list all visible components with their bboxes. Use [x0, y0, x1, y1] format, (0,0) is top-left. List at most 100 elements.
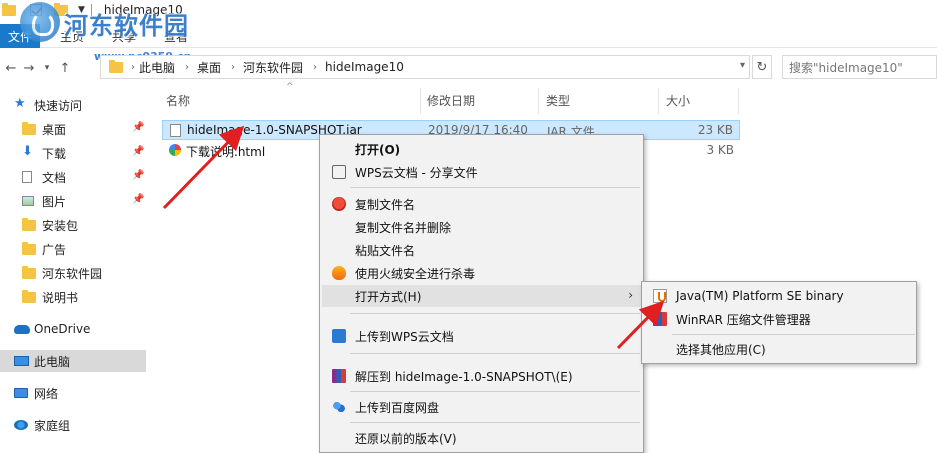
chevron-right-icon[interactable]: › — [131, 62, 135, 73]
nav-item-desktop[interactable]: 桌面 📌 — [0, 118, 146, 140]
share-icon — [332, 165, 346, 179]
refresh-button[interactable]: ↻ — [752, 55, 772, 79]
pin-icon[interactable]: 📌 — [132, 170, 144, 181]
folder-icon — [2, 2, 16, 16]
menu-label: 打开方式(H) — [355, 289, 422, 304]
document-icon — [22, 171, 32, 183]
up-button[interactable]: ↑ — [56, 58, 74, 78]
nav-quick-access[interactable]: ★ 快速访问 — [0, 94, 146, 116]
address-box[interactable]: › 此电脑 › 桌面 › 河东软件园 › hideImage10 ▾ — [100, 55, 750, 79]
nav-label: 说明书 — [42, 290, 79, 305]
column-divider[interactable] — [420, 88, 421, 114]
sort-ascending-icon: ^ — [286, 82, 294, 92]
menu-item-restore-versions[interactable]: 还原以前的版本(V) — [322, 427, 641, 449]
column-header-name[interactable]: 名称 — [166, 92, 190, 109]
nav-item-installers[interactable]: 安装包 — [0, 214, 146, 236]
column-divider[interactable] — [538, 88, 539, 114]
menu-label: 还原以前的版本(V) — [355, 431, 457, 446]
submenu-item-choose-other[interactable]: 选择其他应用(C) — [644, 338, 916, 360]
column-header-type[interactable]: 类型 — [546, 92, 570, 109]
folder-icon — [22, 242, 36, 255]
column-header-date[interactable]: 修改日期 — [427, 92, 475, 109]
copy-name-icon — [332, 197, 346, 211]
nav-homegroup[interactable]: 家庭组 — [0, 414, 146, 436]
forward-button[interactable]: → — [20, 58, 38, 78]
pin-icon[interactable]: 📌 — [132, 194, 144, 205]
star-icon: ★ — [14, 96, 26, 111]
menu-label: 使用火绒安全进行杀毒 — [355, 266, 476, 281]
file-size: 23 KB — [697, 123, 733, 137]
menu-label: WinRAR 压缩文件管理器 — [676, 312, 811, 327]
picture-icon — [22, 196, 34, 206]
search-input[interactable]: 搜索"hideImage10" — [782, 55, 937, 79]
chevron-down-icon[interactable]: ▾ — [740, 60, 745, 71]
menu-label: 粘贴文件名 — [355, 243, 416, 258]
menu-label: 上传到百度网盘 — [355, 400, 440, 415]
menu-label: Java(TM) Platform SE binary — [676, 289, 844, 303]
context-menu: 打开(O) WPS云文档 - 分享文件 复制文件名 复制文件名并删除 粘贴文件名… — [319, 134, 644, 453]
nav-label: 安装包 — [42, 218, 79, 233]
nav-item-pictures[interactable]: 图片 📌 — [0, 190, 146, 212]
nav-label: 桌面 — [42, 122, 67, 137]
breadcrumb-hideimage10[interactable]: hideImage10 — [325, 60, 404, 74]
menu-item-extract-to[interactable]: 解压到 hideImage-1.0-SNAPSHOT\(E) — [322, 365, 641, 387]
nav-onedrive[interactable]: OneDrive — [0, 318, 146, 340]
breadcrumb-hedong[interactable]: 河东软件园 — [243, 59, 303, 76]
chevron-right-icon: › — [628, 288, 633, 302]
menu-item-upload-baidu[interactable]: 上传到百度网盘 — [322, 396, 641, 418]
pin-icon[interactable]: 📌 — [132, 146, 144, 157]
menu-item-copy-name-delete[interactable]: 复制文件名并删除 — [322, 216, 641, 238]
nav-label: 河东软件园 — [42, 266, 103, 281]
folder-icon — [22, 266, 36, 279]
menu-item-copy-name[interactable]: 复制文件名 — [322, 193, 641, 215]
menu-separator — [350, 313, 640, 314]
watermark-logo-icon — [20, 2, 60, 42]
nav-label: OneDrive — [34, 322, 91, 336]
column-divider[interactable] — [738, 88, 739, 114]
menu-label: 打开(O) — [355, 142, 401, 157]
menu-item-antivirus-scan[interactable]: 使用火绒安全进行杀毒 — [322, 262, 641, 284]
nav-item-hedong[interactable]: 河东软件园 — [0, 262, 146, 284]
menu-item-open-with[interactable]: 打开方式(H) › — [322, 285, 641, 307]
nav-item-documents[interactable]: 文档 📌 — [0, 166, 146, 188]
folder-icon — [22, 290, 36, 303]
submenu-item-java[interactable]: Java(TM) Platform SE binary — [644, 285, 916, 307]
recent-locations-icon[interactable]: ▾ — [38, 58, 56, 78]
menu-item-open[interactable]: 打开(O) — [322, 138, 641, 160]
menu-item-wps-share[interactable]: WPS云文档 - 分享文件 — [322, 161, 641, 183]
nav-network[interactable]: 网络 — [0, 382, 146, 404]
chevron-right-icon[interactable]: › — [313, 62, 317, 73]
folder-icon — [109, 59, 123, 73]
cloud-upload-icon — [332, 329, 346, 343]
nav-label: 快速访问 — [34, 98, 83, 113]
chevron-right-icon[interactable]: › — [185, 62, 189, 73]
nav-item-downloads[interactable]: ⬇ 下载 📌 — [0, 142, 146, 164]
menu-item-paste-name[interactable]: 粘贴文件名 — [322, 239, 641, 261]
menu-label: WPS云文档 - 分享文件 — [355, 165, 478, 180]
column-divider[interactable] — [658, 88, 659, 114]
baidu-netdisk-icon — [332, 400, 346, 414]
menu-label: 上传到WPS云文档 — [355, 329, 454, 344]
menu-item-upload-wps[interactable]: 上传到WPS云文档 — [322, 325, 641, 347]
navigation-pane: ★ 快速访问 桌面 📌 ⬇ 下载 📌 文档 📌 图片 📌 安装包 广告 河东软件… — [0, 86, 148, 453]
watermark-brand: 河东软件园 — [64, 12, 189, 40]
nav-item-manuals[interactable]: 说明书 — [0, 286, 146, 308]
pin-icon[interactable]: 📌 — [132, 122, 144, 133]
breadcrumb-desktop[interactable]: 桌面 — [197, 59, 221, 76]
fire-shield-icon — [332, 266, 346, 280]
breadcrumb-this-pc[interactable]: 此电脑 — [139, 59, 175, 76]
nav-label: 网络 — [34, 386, 59, 401]
back-button[interactable]: ← — [2, 58, 20, 78]
open-with-submenu: Java(TM) Platform SE binary WinRAR 压缩文件管… — [641, 281, 917, 364]
menu-separator — [350, 353, 640, 354]
menu-separator — [350, 422, 640, 423]
menu-label: 选择其他应用(C) — [676, 342, 766, 357]
nav-item-ads[interactable]: 广告 — [0, 238, 146, 260]
submenu-item-winrar[interactable]: WinRAR 压缩文件管理器 — [644, 308, 916, 330]
nav-this-pc[interactable]: 此电脑 — [0, 350, 146, 372]
file-name: 下载说明.html — [186, 145, 266, 159]
chevron-right-icon[interactable]: › — [231, 62, 235, 73]
nav-label: 家庭组 — [34, 418, 71, 433]
column-header-size[interactable]: 大小 — [666, 92, 690, 109]
menu-separator — [350, 391, 640, 392]
